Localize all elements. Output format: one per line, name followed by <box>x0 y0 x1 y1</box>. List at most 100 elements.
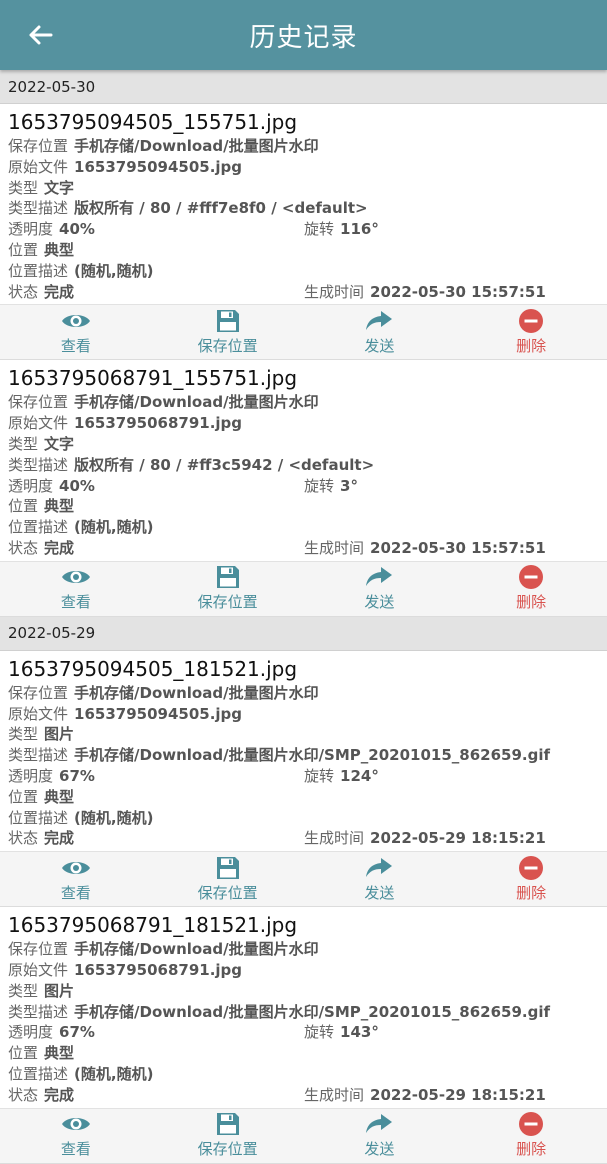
type-desc-label: 类型描述 <box>8 1002 69 1021</box>
floppy-disk-icon <box>216 566 239 589</box>
position-value: 典型 <box>44 1044 75 1063</box>
eye-icon <box>61 571 90 584</box>
share-arrow-icon <box>366 567 393 587</box>
minus-circle-icon <box>519 565 544 590</box>
date-header: 2022-05-30 <box>0 70 607 104</box>
send-button[interactable]: 发送 <box>304 852 456 906</box>
save-location-button[interactable]: 保存位置 <box>152 562 304 616</box>
position-desc-value: (随机,随机) <box>74 261 154 280</box>
floppy-disk-icon <box>216 309 239 332</box>
status-label: 状态 <box>8 282 39 301</box>
send-button[interactable]: 发送 <box>304 305 456 359</box>
position-value: 典型 <box>44 787 75 806</box>
generated-time-label: 生成时间 <box>304 282 365 301</box>
page-title: 历史记录 <box>249 22 358 53</box>
view-label: 查看 <box>60 883 91 902</box>
save-location-label: 保存位置 <box>8 940 69 959</box>
type-desc-value: 手机存储/Download/批量图片水印/SMP_20201015_862659… <box>74 1002 550 1021</box>
rotation-value: 143° <box>340 1023 379 1042</box>
send-label: 发送 <box>364 883 395 902</box>
type-label: 类型 <box>8 178 39 197</box>
generated-time-label: 生成时间 <box>304 829 365 848</box>
eye-icon <box>61 1118 90 1130</box>
date-group: 2022-05-29 1653795094505_181521.jpg 保存位置… <box>0 616 607 1164</box>
rotation-label: 旋转 <box>304 220 335 239</box>
generated-time-value: 2022-05-29 18:15:21 <box>370 1085 546 1104</box>
status-value: 完成 <box>44 282 75 301</box>
opacity-value: 40% <box>59 220 95 239</box>
original-file-value: 1653795094505.jpg <box>74 157 243 176</box>
save-location-label: 保存位置 <box>8 683 69 702</box>
position-desc-label: 位置描述 <box>8 808 69 827</box>
status-value: 完成 <box>44 829 75 848</box>
view-button[interactable]: 查看 <box>0 305 152 359</box>
delete-button[interactable]: 删除 <box>455 305 607 359</box>
history-record: 1653795094505_181521.jpg 保存位置手机存储/Downlo… <box>0 651 607 908</box>
history-list[interactable]: 2022-05-30 1653795094505_155751.jpg 保存位置… <box>0 70 607 1164</box>
view-label: 查看 <box>60 1140 91 1158</box>
position-label: 位置 <box>8 240 39 259</box>
share-arrow-icon <box>366 310 393 330</box>
save-location-action-label: 保存位置 <box>197 1140 258 1158</box>
record-actions: 查看 保存位置 发送 删除 <box>0 1107 607 1164</box>
record-actions: 查看 保存位置 发送 删除 <box>0 304 607 361</box>
opacity-label: 透明度 <box>8 476 54 495</box>
view-label: 查看 <box>60 336 91 355</box>
delete-label: 删除 <box>516 336 547 355</box>
position-desc-label: 位置描述 <box>8 261 69 280</box>
type-value: 文字 <box>44 178 75 197</box>
record-filename: 1653795094505_181521.jpg <box>8 656 298 681</box>
position-label: 位置 <box>8 497 39 516</box>
view-button[interactable]: 查看 <box>0 562 152 616</box>
delete-button[interactable]: 删除 <box>455 562 607 616</box>
original-file-label: 原始文件 <box>8 414 69 433</box>
delete-button[interactable]: 删除 <box>455 1109 607 1163</box>
send-button[interactable]: 发送 <box>304 1109 456 1163</box>
history-record: 1653795094505_155751.jpg 保存位置 手机存储/Downlo… <box>0 104 607 361</box>
original-file-value: 1653795068791.jpg <box>74 414 243 433</box>
save-location-label: 保存位置 <box>8 393 69 412</box>
record-actions: 查看 保存位置 发送 删除 <box>0 851 607 908</box>
position-value: 典型 <box>44 497 75 516</box>
record-filename: 1653795094505_155751.jpg <box>8 110 298 134</box>
view-button[interactable]: 查看 <box>0 852 152 906</box>
original-file-label: 原始文件 <box>8 960 69 979</box>
position-label: 位置 <box>8 1044 39 1063</box>
rotation-label: 旋转 <box>304 766 335 785</box>
position-desc-value: (随机,随机) <box>74 808 154 827</box>
floppy-disk-icon <box>216 1113 239 1135</box>
position-desc-value: (随机,随机) <box>74 1064 154 1083</box>
generated-time-value: 2022-05-30 15:57:51 <box>370 282 546 301</box>
type-desc-label: 类型描述 <box>8 455 69 474</box>
record-filename: 1653795068791_181521.jpg <box>8 913 298 938</box>
delete-button[interactable]: 删除 <box>455 852 607 906</box>
original-file-label: 原始文件 <box>8 704 69 723</box>
history-record: 1653795068791_181521.jpg 保存位置手机存储/Downlo… <box>0 907 607 1164</box>
date-label: 2022-05-30 <box>8 77 96 96</box>
date-label: 2022-05-29 <box>8 624 96 643</box>
delete-label: 删除 <box>516 593 547 612</box>
position-label: 位置 <box>8 787 39 806</box>
status-label: 状态 <box>8 1085 39 1104</box>
save-location-action-label: 保存位置 <box>197 593 258 612</box>
history-record: 1653795068791_155751.jpg 保存位置 手机存储/Downlo… <box>0 360 607 617</box>
type-desc-value: 手机存储/Download/批量图片水印/SMP_20201015_862659… <box>74 746 550 765</box>
original-file-label: 原始文件 <box>8 157 69 176</box>
view-button[interactable]: 查看 <box>0 1109 152 1163</box>
type-value: 文字 <box>44 434 75 453</box>
save-location-button[interactable]: 保存位置 <box>152 852 304 906</box>
opacity-value: 67% <box>59 1023 95 1042</box>
type-desc-label: 类型描述 <box>8 199 69 218</box>
type-value: 图片 <box>44 981 75 1000</box>
status-value: 完成 <box>44 1085 75 1104</box>
send-label: 发送 <box>364 593 395 612</box>
rotation-value: 3° <box>340 476 358 495</box>
status-label: 状态 <box>8 829 39 848</box>
position-desc-label: 位置描述 <box>8 1064 69 1083</box>
opacity-value: 40% <box>59 476 95 495</box>
position-desc-value: (随机,随机) <box>74 518 154 537</box>
save-location-button[interactable]: 保存位置 <box>152 1109 304 1163</box>
send-button[interactable]: 发送 <box>304 562 456 616</box>
opacity-value: 67% <box>59 766 95 785</box>
save-location-button[interactable]: 保存位置 <box>152 305 304 359</box>
